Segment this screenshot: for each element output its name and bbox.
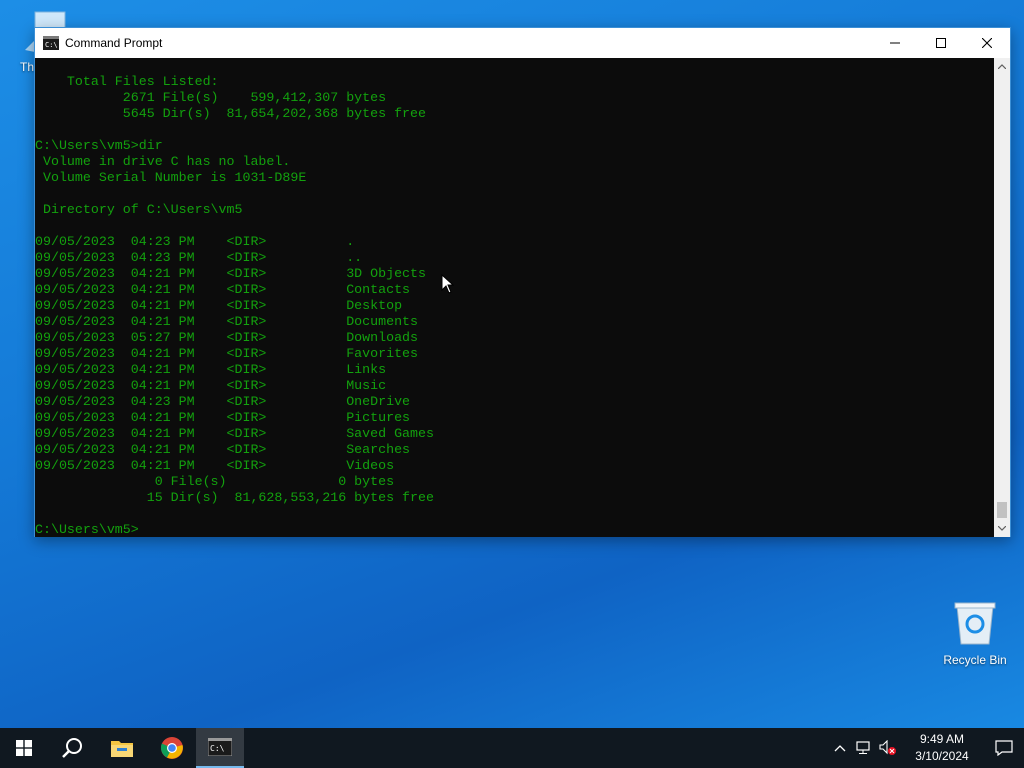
volume-button[interactable] (876, 728, 900, 768)
console-line: 0 File(s) 0 bytes (35, 474, 395, 489)
console-line: Volume Serial Number is 1031-D89E (35, 170, 307, 185)
command-prompt-app-icon: C:\ (43, 36, 59, 50)
console-line: 09/05/2023 04:21 PM <DIR> Videos (35, 458, 395, 473)
console-line: 09/05/2023 04:21 PM <DIR> Desktop (35, 298, 403, 313)
command-prompt-window[interactable]: C:\ Command Prompt Total Files Listed: 2… (34, 27, 1011, 537)
taskbar-chrome[interactable] (148, 728, 196, 768)
taskbar-command-prompt[interactable]: C:\ (196, 728, 244, 768)
scroll-down-button[interactable] (994, 520, 1010, 537)
console-line: 09/05/2023 04:21 PM <DIR> Documents (35, 314, 419, 329)
close-icon (982, 38, 992, 48)
minimize-icon (890, 42, 900, 44)
taskbar-file-explorer[interactable] (98, 728, 146, 768)
this-pc-label: Th (20, 60, 35, 74)
windows-logo-icon (16, 740, 32, 756)
maximize-button[interactable] (918, 28, 964, 58)
chrome-icon (160, 737, 183, 759)
console-line: 09/05/2023 04:21 PM <DIR> Links (35, 362, 387, 377)
vertical-scrollbar[interactable] (994, 58, 1010, 537)
system-tray: 9:49 AM 3/10/2024 (828, 728, 1024, 768)
action-center-button[interactable] (984, 728, 1024, 768)
title-bar[interactable]: C:\ Command Prompt (35, 28, 1010, 58)
recycle-bin-label: Recycle Bin (943, 653, 1007, 667)
console-line: 09/05/2023 04:21 PM <DIR> Searches (35, 442, 411, 457)
scroll-down-arrow-icon (998, 526, 1006, 531)
maximize-icon (936, 38, 946, 48)
start-button[interactable] (0, 728, 48, 768)
console-line: 09/05/2023 04:21 PM <DIR> Pictures (35, 410, 411, 425)
console-line: 5645 Dir(s) 81,654,202,368 bytes free (35, 106, 426, 121)
scroll-up-arrow-icon (998, 64, 1006, 69)
chevron-up-icon (834, 745, 846, 752)
console-line: 09/05/2023 04:21 PM <DIR> Saved Games (35, 426, 434, 441)
clock-time: 9:49 AM (919, 732, 965, 746)
console-text: Total Files Listed: 2671 File(s) 599,412… (35, 58, 995, 537)
network-icon (856, 741, 870, 754)
network-button[interactable] (852, 728, 876, 768)
volume-muted-icon (879, 740, 896, 755)
file-explorer-icon (111, 741, 133, 757)
console-line: 09/05/2023 04:21 PM <DIR> Music (35, 378, 387, 393)
minimize-button[interactable] (872, 28, 918, 58)
recycle-bin-desktop-icon[interactable]: Recycle Bin (938, 600, 1012, 667)
action-center-icon (995, 740, 1013, 756)
window-title: Command Prompt (65, 36, 163, 50)
search-icon (62, 738, 82, 758)
scrollbar-thumb[interactable] (997, 502, 1007, 518)
recycle-bin-icon (954, 602, 996, 645)
command-prompt-icon: C:\ (208, 738, 232, 756)
console-line: Volume in drive C has no label. (35, 154, 291, 169)
console-line: 15 Dir(s) 81,628,553,216 bytes free (35, 490, 434, 505)
console-line: 2671 File(s) 599,412,307 bytes (35, 90, 387, 105)
show-hidden-icons-button[interactable] (828, 728, 852, 768)
clock-date: 3/10/2024 (915, 749, 969, 763)
console-line: 09/05/2023 04:23 PM <DIR> .. (35, 250, 363, 265)
taskbar-clock[interactable]: 9:49 AM 3/10/2024 (900, 731, 984, 765)
console-line: Total Files Listed: (35, 74, 219, 89)
scroll-up-button[interactable] (994, 58, 1010, 75)
mouse-cursor-icon (441, 274, 455, 294)
console-line: 09/05/2023 04:21 PM <DIR> Favorites (35, 346, 419, 361)
console-line: 09/05/2023 04:23 PM <DIR> . (35, 234, 355, 249)
console-line: 09/05/2023 04:23 PM <DIR> OneDrive (35, 394, 411, 409)
close-button[interactable] (964, 28, 1010, 58)
console-line: Directory of C:\Users\vm5 (35, 202, 243, 217)
console-output[interactable]: Total Files Listed: 2671 File(s) 599,412… (35, 58, 995, 537)
svg-text:C:\: C:\ (45, 41, 58, 49)
taskbar: C:\ 9:49 AM 3/10/2024 (0, 728, 1024, 768)
svg-text:C:\: C:\ (210, 744, 225, 753)
console-line: 09/05/2023 04:21 PM <DIR> 3D Objects (35, 266, 426, 281)
search-button[interactable] (48, 728, 96, 768)
console-line: C:\Users\vm5>dir (35, 138, 163, 153)
console-line: 09/05/2023 04:21 PM <DIR> Contacts (35, 282, 411, 297)
console-line: 09/05/2023 05:27 PM <DIR> Downloads (35, 330, 419, 345)
console-line: C:\Users\vm5> (35, 522, 139, 537)
